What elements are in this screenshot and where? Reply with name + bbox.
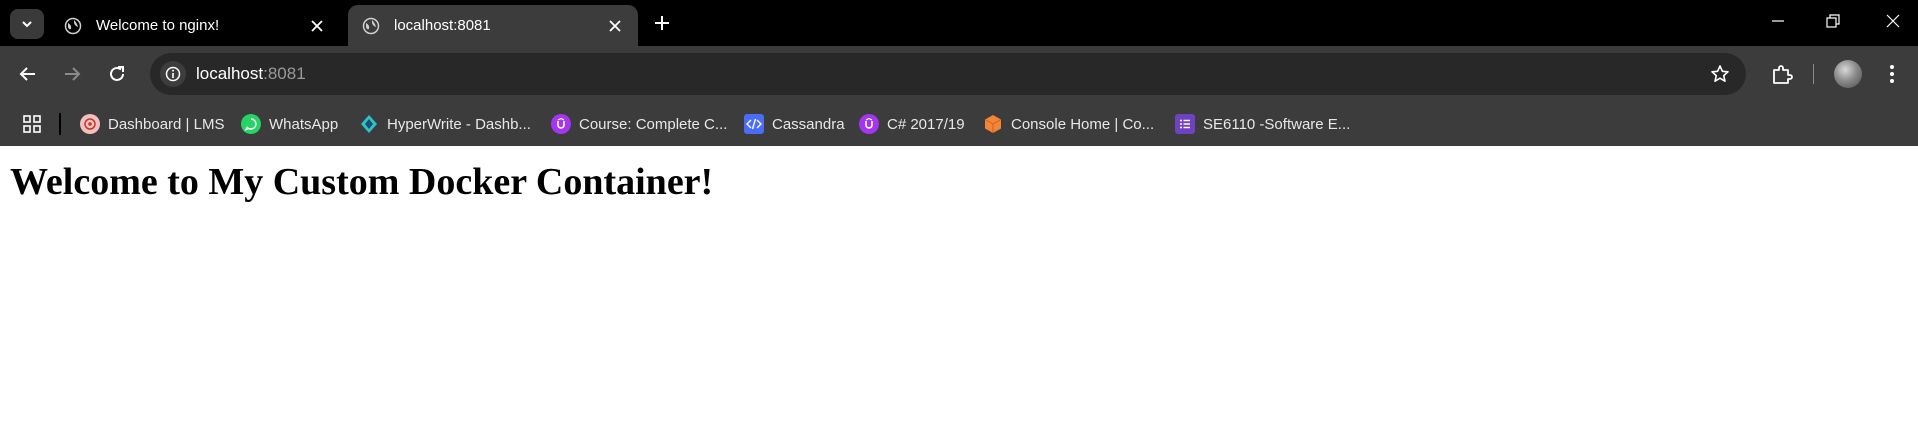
apps-button[interactable] [20, 112, 44, 136]
info-icon [165, 66, 181, 82]
udemy-icon [551, 114, 571, 134]
globe-icon [64, 17, 82, 35]
hyperwrite-icon [359, 114, 379, 134]
udemy-icon [859, 114, 879, 134]
bookmark-se6110[interactable]: SE6110 -Software E... [1175, 110, 1350, 138]
bookmark-label: Console Home | Co... [1011, 115, 1155, 133]
url-text: localhost:8081 [196, 64, 306, 84]
extensions-button[interactable] [1766, 58, 1798, 90]
more-vertical-icon [1890, 65, 1894, 83]
page-heading: Welcome to My Custom Docker Container! [10, 161, 714, 203]
bookmark-csharp-2017[interactable]: C# 2017/19 [859, 110, 965, 138]
new-tab-button[interactable] [648, 9, 676, 37]
puzzle-icon [1773, 65, 1793, 84]
bookmark-course-complete[interactable]: Course: Complete C... [551, 110, 727, 138]
address-bar[interactable]: localhost:8081 [150, 53, 1746, 95]
forward-button[interactable] [56, 58, 88, 90]
forms-list-icon [1175, 114, 1195, 134]
minimize-icon [1772, 20, 1784, 22]
url-host: localhost [196, 64, 264, 83]
bookmark-label: Cassandra [772, 115, 845, 133]
tab-title: localhost:8081 [394, 17, 491, 34]
bookmarks-bar: Dashboard | LMS WhatsApp HyperWrite - Da… [0, 102, 1918, 146]
back-button[interactable] [12, 58, 44, 90]
reload-button[interactable] [101, 58, 133, 90]
code-icon [744, 114, 764, 134]
globe-icon [362, 17, 380, 35]
restore-icon [1826, 14, 1840, 28]
page-viewport: Welcome to My Custom Docker Container! [0, 146, 1918, 437]
arrow-right-icon [65, 67, 81, 81]
url-port: :8081 [263, 64, 306, 83]
toolbar: localhost:8081 [0, 46, 1918, 102]
chevron-down-icon [22, 21, 32, 28]
site-info-button[interactable] [160, 61, 186, 87]
arrow-left-icon [19, 67, 35, 81]
bookmark-star-button[interactable] [1708, 62, 1732, 86]
reload-icon [110, 66, 124, 81]
bookmark-label: Course: Complete C... [579, 115, 728, 133]
tab-welcome-nginx[interactable]: Welcome to nginx! [50, 5, 340, 46]
bookmark-hyperwrite[interactable]: HyperWrite - Dashb... [359, 110, 531, 138]
plus-icon [655, 16, 669, 30]
bookmark-cassandra[interactable]: Cassandra [744, 110, 845, 138]
bookmark-dashboard-lms[interactable]: Dashboard | LMS [80, 110, 224, 138]
menu-button[interactable] [1878, 58, 1906, 90]
aws-cube-icon [983, 114, 1003, 134]
star-icon [1711, 65, 1729, 82]
lms-icon [80, 114, 100, 134]
bookmarks-divider [59, 113, 61, 135]
bookmark-label: HyperWrite - Dashb... [387, 115, 531, 133]
whatsapp-icon [241, 114, 261, 134]
avatar[interactable] [1834, 60, 1862, 88]
tab-localhost-8081[interactable]: localhost:8081 [348, 5, 638, 46]
bookmark-label: SE6110 -Software E... [1203, 115, 1351, 133]
bookmark-label: WhatsApp [269, 115, 339, 133]
tab-title: Welcome to nginx! [96, 17, 220, 34]
tab-strip: Welcome to nginx! localhost:8081 [0, 0, 1918, 46]
bookmark-label: Dashboard | LMS [108, 115, 225, 133]
close-icon[interactable] [604, 15, 626, 37]
bookmark-label: C# 2017/19 [887, 115, 965, 133]
bookmark-whatsapp[interactable]: WhatsApp [241, 110, 338, 138]
toolbar-divider [1813, 64, 1814, 84]
restore-button[interactable] [1813, 6, 1853, 36]
close-window-button[interactable] [1873, 6, 1913, 36]
grid-icon [23, 115, 41, 133]
tab-search-button[interactable] [10, 9, 44, 39]
close-icon [1886, 14, 1900, 28]
bookmark-console-home[interactable]: Console Home | Co... [983, 110, 1154, 138]
minimize-button[interactable] [1758, 6, 1798, 36]
close-icon[interactable] [306, 15, 328, 37]
